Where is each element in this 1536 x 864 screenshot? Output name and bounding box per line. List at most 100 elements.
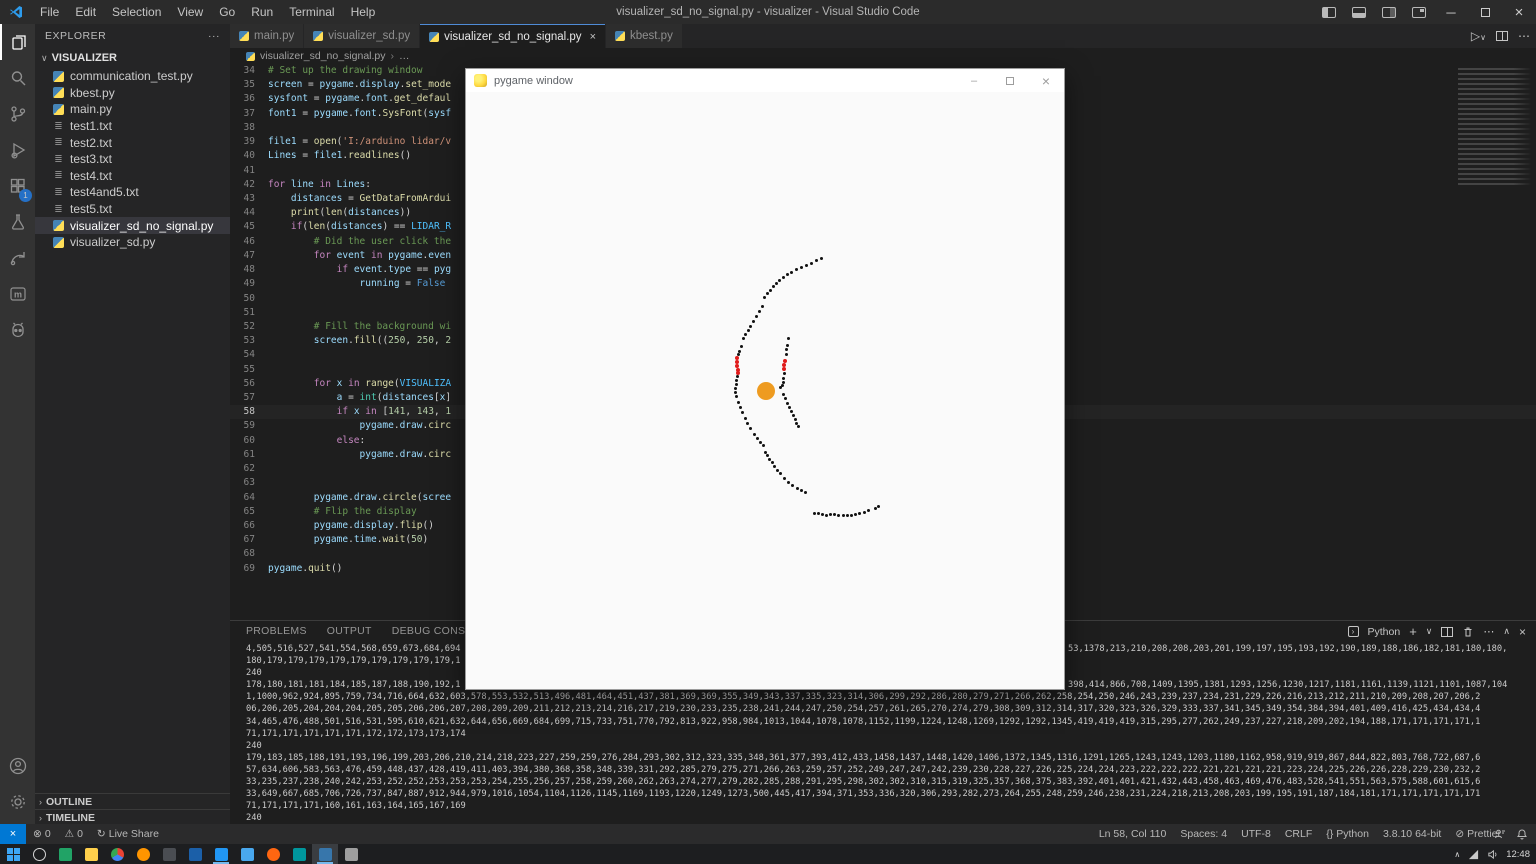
menu-view[interactable]: View — [169, 0, 211, 24]
editor-more-actions-icon[interactable]: ⋯ — [1518, 29, 1530, 43]
file-item-visualizer_sd.py[interactable]: visualizer_sd.py — [35, 234, 230, 251]
timeline-section[interactable]: › TIMELINE — [35, 809, 230, 825]
file-item-communication_test.py[interactable]: communication_test.py — [35, 68, 230, 85]
menu-edit[interactable]: Edit — [67, 0, 104, 24]
remote-indicator[interactable]: × — [0, 824, 26, 844]
outline-section[interactable]: › OUTLINE — [35, 793, 230, 809]
file-item-test2.txt[interactable]: ≣test2.txt — [35, 134, 230, 151]
menu-go[interactable]: Go — [211, 0, 243, 24]
pygame-minimize-icon[interactable]: – — [956, 69, 992, 92]
taskbar-firefox[interactable] — [130, 844, 156, 864]
bell-icon[interactable] — [1516, 828, 1528, 840]
toggle-panel-icon[interactable] — [1352, 7, 1366, 18]
maximize-panel-icon[interactable]: ∧ — [1503, 626, 1510, 637]
tray-chevron-icon[interactable]: ∧ — [1454, 850, 1460, 859]
status-right-item-5[interactable]: 3.8.10 64-bit — [1376, 824, 1448, 844]
activity-run-debug-icon[interactable] — [0, 132, 35, 168]
activity-mongodb-icon[interactable]: m — [0, 276, 35, 312]
panel-tab-output[interactable]: OUTPUT — [327, 625, 372, 641]
kill-terminal-icon[interactable] — [1462, 626, 1474, 638]
taskbar-app-green[interactable] — [52, 844, 78, 864]
taskbar-app-navy[interactable] — [182, 844, 208, 864]
breadcrumb[interactable]: visualizer_sd_no_signal.py › … — [230, 48, 1536, 64]
status-right-item-2[interactable]: UTF-8 — [1234, 824, 1278, 844]
tab-kbest.py[interactable]: kbest.py — [606, 24, 682, 48]
minimize-button[interactable]: ─ — [1434, 0, 1468, 24]
toggle-sidebar-icon[interactable] — [1322, 7, 1336, 18]
feedback-icon[interactable] — [1494, 828, 1506, 840]
activity-testing-icon[interactable] — [0, 204, 35, 240]
taskbar-vscode[interactable] — [208, 844, 234, 864]
folder-visualizer[interactable]: ∨ VISUALIZER — [35, 48, 230, 68]
new-terminal-icon[interactable]: + — [1409, 624, 1417, 639]
menu-help[interactable]: Help — [343, 0, 384, 24]
settings-gear-icon[interactable] — [0, 784, 35, 820]
taskbar-firefox-2[interactable] — [260, 844, 286, 864]
clock[interactable]: 12:48 — [1506, 849, 1530, 860]
taskbar-app-lightblue[interactable] — [234, 844, 260, 864]
status-right-item-1[interactable]: Spaces: 4 — [1173, 824, 1234, 844]
taskbar-file-explorer[interactable] — [78, 844, 104, 864]
run-python-file-icon[interactable]: ▷∨ — [1471, 29, 1486, 43]
activity-bot-icon[interactable] — [0, 312, 35, 348]
file-item-visualizer_sd_no_signal.py[interactable]: visualizer_sd_no_signal.py — [35, 217, 230, 234]
pygame-titlebar[interactable]: pygame window – × — [466, 69, 1064, 92]
activity-source-control-icon[interactable] — [0, 96, 35, 132]
panel-more-icon[interactable]: ⋯ — [1483, 625, 1494, 638]
menu-file[interactable]: File — [32, 0, 67, 24]
status-right-item-3[interactable]: CRLF — [1278, 824, 1319, 844]
status-left-item-2[interactable]: ↻Live Share — [90, 824, 166, 844]
menu-terminal[interactable]: Terminal — [281, 0, 342, 24]
explorer-actions-icon[interactable]: ··· — [208, 30, 220, 42]
file-item-test4and5.txt[interactable]: ≣test4and5.txt — [35, 184, 230, 201]
firefox-icon — [137, 848, 150, 861]
restore-button[interactable] — [1468, 0, 1502, 24]
taskbar-pygame-app[interactable] — [312, 844, 338, 864]
minimap[interactable] — [1458, 68, 1532, 188]
activity-explorer-icon[interactable] — [0, 24, 35, 60]
file-item-test4.txt[interactable]: ≣test4.txt — [35, 168, 230, 185]
terminal-shell-label[interactable]: Python — [1368, 626, 1401, 638]
tab-visualizer_sd_no_signal.py[interactable]: visualizer_sd_no_signal.py× — [420, 24, 605, 48]
panel-tab-problems[interactable]: PROBLEMS — [246, 625, 307, 641]
status-left-item-0[interactable]: ⊗0 — [26, 824, 58, 844]
customize-layout-icon[interactable] — [1412, 7, 1426, 18]
lidar-dot — [813, 512, 816, 515]
taskbar-arduino[interactable] — [286, 844, 312, 864]
menubar: FileEditSelectionViewGoRunTerminalHelp — [32, 0, 383, 24]
account-icon[interactable] — [0, 748, 35, 784]
taskbar-start[interactable] — [0, 844, 26, 864]
status-left-item-1[interactable]: ⚠0 — [58, 824, 90, 844]
pygame-maximize-icon[interactable] — [992, 69, 1028, 92]
activity-live-share-icon[interactable] — [0, 240, 35, 276]
chevron-right-icon: › — [39, 813, 42, 823]
close-button[interactable]: × — [1502, 0, 1536, 24]
taskbar-app-dark[interactable] — [156, 844, 182, 864]
terminal-dropdown-icon[interactable]: ∨ — [1426, 626, 1433, 637]
taskbar-search[interactable] — [26, 844, 52, 864]
status-right-item-0[interactable]: Ln 58, Col 110 — [1092, 824, 1174, 844]
file-item-main.py[interactable]: main.py — [35, 101, 230, 118]
file-item-test3.txt[interactable]: ≣test3.txt — [35, 151, 230, 168]
menu-selection[interactable]: Selection — [104, 0, 169, 24]
tab-visualizer_sd.py[interactable]: visualizer_sd.py — [304, 24, 419, 48]
file-item-test5.txt[interactable]: ≣test5.txt — [35, 201, 230, 218]
taskbar-chrome[interactable] — [104, 844, 130, 864]
close-panel-icon[interactable]: × — [1519, 625, 1526, 639]
menu-run[interactable]: Run — [243, 0, 281, 24]
status-right-item-4[interactable]: {}Python — [1319, 824, 1376, 844]
split-terminal-icon[interactable] — [1441, 627, 1453, 637]
pygame-window[interactable]: pygame window – × — [465, 68, 1065, 690]
activity-extensions-icon[interactable]: 1 — [0, 168, 35, 204]
volume-icon[interactable] — [1487, 849, 1498, 860]
file-item-test1.txt[interactable]: ≣test1.txt — [35, 118, 230, 135]
network-icon[interactable] — [1468, 849, 1479, 860]
tab-main.py[interactable]: main.py — [230, 24, 303, 48]
file-item-kbest.py[interactable]: kbest.py — [35, 85, 230, 102]
pygame-close-icon[interactable]: × — [1028, 69, 1064, 92]
activity-search-icon[interactable] — [0, 60, 35, 96]
tab-close-icon[interactable]: × — [590, 31, 596, 43]
toggle-secondary-sidebar-icon[interactable] — [1382, 7, 1396, 18]
split-editor-icon[interactable] — [1496, 31, 1508, 41]
taskbar-app-gray[interactable] — [338, 844, 364, 864]
